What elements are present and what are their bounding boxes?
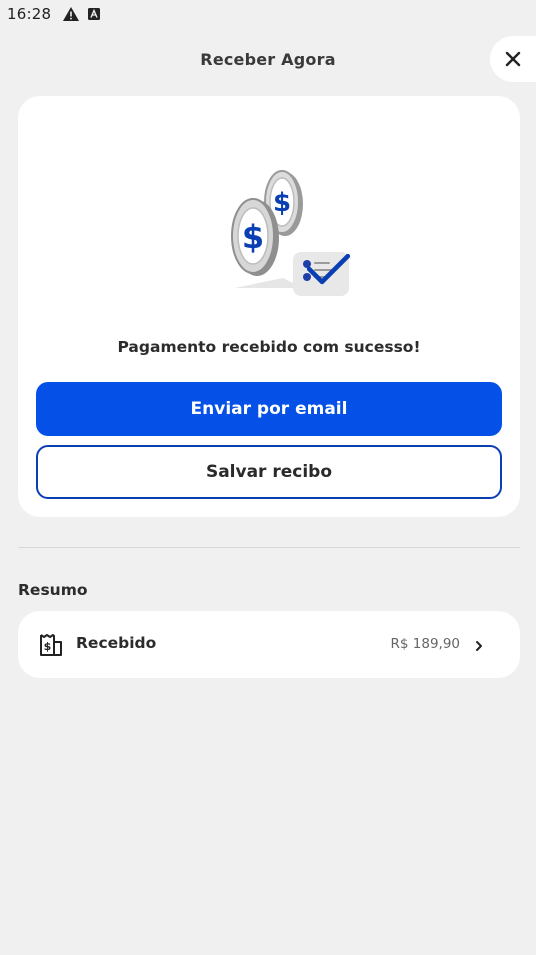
warning-icon (63, 7, 80, 21)
summary-item-value: R$ 189,90 (390, 636, 461, 652)
success-card: $ $ Pagamento recebido com sucesso! Envi… (18, 96, 520, 517)
status-time: 16:28 (7, 5, 52, 23)
close-icon (505, 51, 521, 67)
summary-item-received[interactable]: $ Recebido R$ 189,90 (18, 611, 520, 678)
save-receipt-button[interactable]: Salvar recibo (36, 445, 502, 499)
send-email-button[interactable]: Enviar por email (36, 382, 502, 436)
divider (18, 547, 520, 548)
svg-text:$: $ (273, 188, 291, 218)
header: Receber Agora (0, 36, 536, 82)
svg-text:$: $ (44, 640, 52, 653)
summary-item-label: Recebido (76, 634, 157, 652)
page-title: Receber Agora (200, 49, 336, 69)
close-button[interactable] (490, 36, 536, 82)
chevron-right-icon (474, 638, 484, 652)
receipt-dollar-icon: $ (39, 633, 63, 657)
payment-success-illustration: $ $ (223, 166, 353, 306)
svg-text:$: $ (242, 218, 264, 256)
summary-section-title: Resumo (18, 581, 88, 599)
status-bar: 16:28 (0, 0, 536, 28)
success-message: Pagamento recebido com sucesso! (117, 338, 421, 356)
notification-app-icon (88, 8, 101, 20)
